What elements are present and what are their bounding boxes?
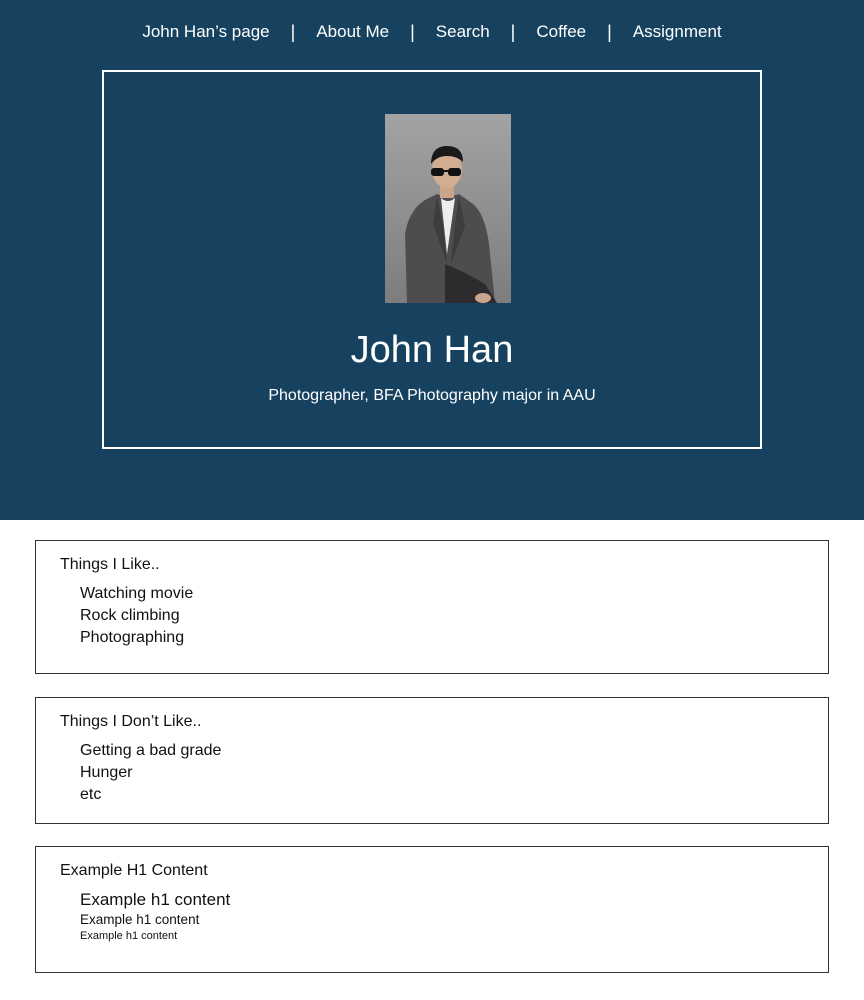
list-item: Hunger (80, 764, 133, 781)
nav-separator: | (510, 21, 516, 42)
section-title: Example H1 Content (60, 862, 208, 879)
dislikes-list: Getting a bad grade Hunger etc (80, 740, 221, 806)
example-h1-section: Example H1 Content Example h1 content Ex… (35, 846, 829, 973)
list-item: Example h1 content (80, 930, 178, 942)
list-item: Watching movie (80, 585, 194, 602)
nav-item-coffee[interactable]: Coffee (536, 22, 586, 42)
list-item: Example h1 content (80, 890, 231, 909)
list-item: etc (80, 786, 102, 803)
hero-banner: John Han’s page | About Me | Search | Co… (0, 0, 864, 520)
portrait-photo-icon (385, 114, 511, 303)
profile-name: John Han (350, 329, 514, 371)
profile-card: John Han Photographer, BFA Photography m… (102, 70, 762, 449)
likes-list: Watching movie Rock climbing Photographi… (80, 583, 193, 649)
dislikes-section: Things I Don’t Like.. Getting a bad grad… (35, 697, 829, 824)
profile-tagline: Photographer, BFA Photography major in A… (268, 387, 596, 404)
nav-separator: | (290, 21, 296, 42)
nav-separator: | (607, 21, 612, 42)
likes-section: Things I Like.. Watching movie Rock clim… (35, 540, 829, 674)
section-title: Things I Don’t Like.. (60, 713, 202, 730)
nav-item-about-me[interactable]: About Me (316, 22, 389, 42)
section-title: Things I Like.. (60, 556, 160, 573)
profile-photo (385, 114, 511, 303)
top-nav: John Han’s page | About Me | Search | Co… (0, 18, 864, 46)
list-item: Example h1 content (80, 912, 200, 927)
example-content-list: Example h1 content Example h1 content Ex… (80, 889, 230, 944)
nav-item-search[interactable]: Search (436, 22, 490, 42)
list-item: Getting a bad grade (80, 742, 222, 759)
list-item: Rock climbing (80, 607, 180, 624)
list-item: Photographing (80, 629, 185, 646)
nav-separator: | (410, 21, 415, 42)
nav-item-home[interactable]: John Han’s page (142, 22, 269, 42)
nav-item-assignment[interactable]: Assignment (633, 22, 722, 42)
